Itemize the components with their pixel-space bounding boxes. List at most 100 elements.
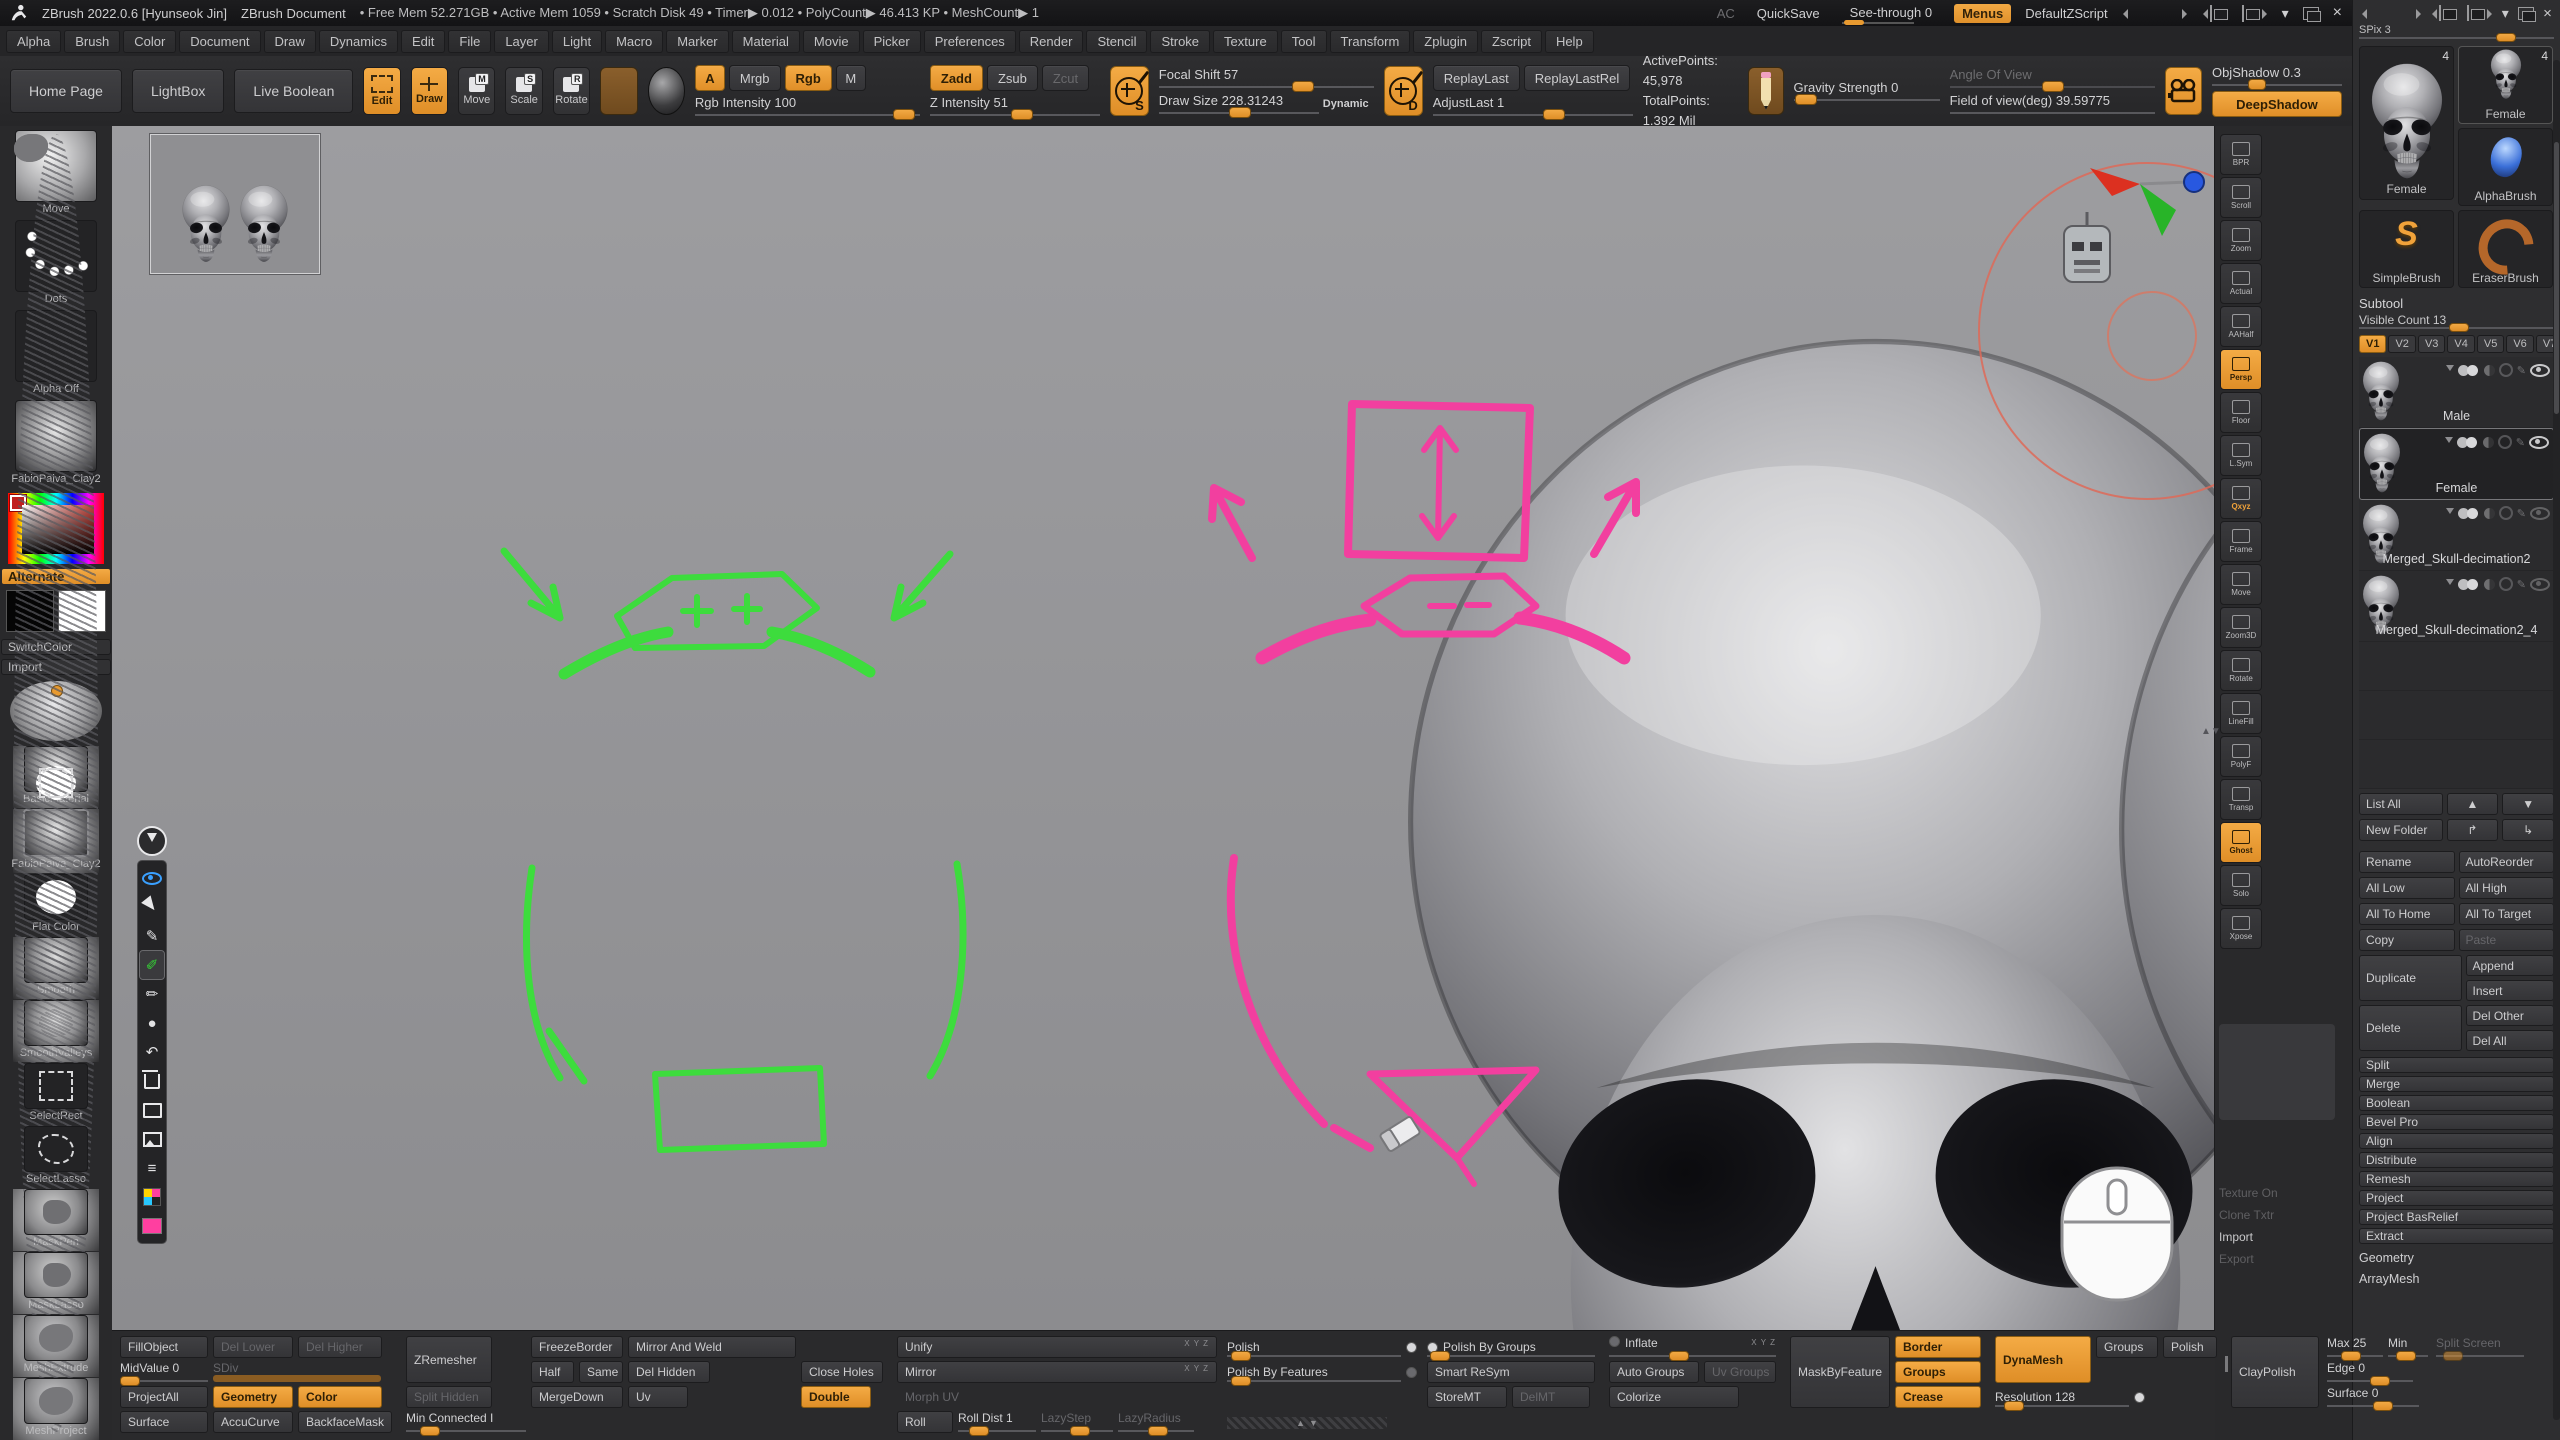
shelf-button-persp[interactable]: Persp	[2220, 349, 2262, 390]
shelf-button-scroll[interactable]: Scroll	[2220, 177, 2262, 218]
stack-button-split[interactable]: Split	[2359, 1057, 2554, 1073]
pin-icon[interactable]	[137, 826, 167, 856]
all-to-target-button[interactable]: All To Target	[2459, 903, 2555, 925]
shelf-button-xpose[interactable]: Xpose	[2220, 908, 2262, 949]
groups-button[interactable]: Groups	[1895, 1361, 1981, 1383]
pen-icon[interactable]: ✎	[140, 922, 164, 950]
replay-last-rel-button[interactable]: ReplayLastRel	[1524, 65, 1631, 91]
texture-tray-item-export[interactable]: Export	[2219, 1252, 2278, 1266]
polish-by-features-slider[interactable]: Polish By Features	[1227, 1361, 1417, 1383]
close-holes-button[interactable]: Close Holes	[801, 1361, 883, 1383]
split-hidden-button[interactable]: Split Hidden	[406, 1386, 492, 1408]
edit-mode-button[interactable]: Edit	[363, 67, 400, 115]
polish-by-groups-slider[interactable]: Polish By Groups	[1427, 1336, 1595, 1358]
visible-count-slider[interactable]: Visible Count 13	[2359, 313, 2554, 331]
auto-groups-button[interactable]: Auto Groups	[1609, 1361, 1699, 1383]
version-tab-v5[interactable]: V5	[2477, 335, 2504, 353]
minimize-icon[interactable]: ▾	[2282, 6, 2289, 20]
shelf-button-zoom3d[interactable]: Zoom3D	[2220, 607, 2262, 648]
ac-toggle[interactable]: AC	[1717, 6, 1735, 21]
move-up-button[interactable]: ▲	[2447, 793, 2499, 815]
uv-icon[interactable]	[2499, 363, 2513, 377]
stack-button-merge[interactable]: Merge	[2359, 1076, 2554, 1092]
shelf-button-solo[interactable]: Solo	[2220, 865, 2262, 906]
sdiv-slider[interactable]: SDiv	[213, 1361, 381, 1383]
paste-button[interactable]: Paste	[2459, 929, 2555, 951]
menu-item-stencil[interactable]: Stencil	[1086, 30, 1147, 53]
material-ball-button[interactable]	[648, 67, 685, 115]
m-button[interactable]: M	[836, 65, 866, 91]
version-tab-v6[interactable]: V6	[2506, 335, 2533, 353]
visibility-eye-icon[interactable]	[2530, 578, 2550, 591]
adjust-last-slider[interactable]: AdjustLast 1	[1433, 95, 1633, 117]
same-button[interactable]: Same	[579, 1361, 623, 1383]
double-button[interactable]: Double	[801, 1386, 871, 1408]
colorize-button[interactable]: Colorize	[1609, 1386, 1739, 1408]
clay-polish-button[interactable]: ClayPolish	[2231, 1336, 2319, 1408]
menu-item-file[interactable]: File	[448, 30, 491, 53]
left-shelf-item-smoothvalleys[interactable]: SmoothValleys	[13, 1000, 99, 1062]
polypaint-icon[interactable]	[2458, 365, 2480, 376]
version-tab-v4[interactable]: V4	[2447, 335, 2474, 353]
menu-item-alpha[interactable]: Alpha	[6, 30, 61, 53]
menu-item-movie[interactable]: Movie	[803, 30, 860, 53]
merge-down-button[interactable]: MergeDown	[531, 1386, 623, 1408]
color-button[interactable]: Color	[298, 1386, 382, 1408]
uv-groups-button[interactable]: Uv Groups	[1704, 1361, 1776, 1383]
backface-mask-button[interactable]: BackfaceMask	[298, 1411, 392, 1433]
smart-resym-button[interactable]: Smart ReSym	[1427, 1361, 1595, 1383]
zadd-button[interactable]: Zadd	[930, 65, 983, 91]
stack-button-bevel-pro[interactable]: Bevel Pro	[2359, 1114, 2554, 1130]
shelf-button-aahalf[interactable]: AAHalf	[2220, 306, 2262, 347]
draw-mode-button[interactable]: Draw	[411, 67, 448, 115]
pencil-icon[interactable]: ✏	[140, 980, 164, 1008]
max-slider[interactable]: Max 25	[2327, 1336, 2383, 1358]
border-button[interactable]: Border	[1895, 1336, 1981, 1358]
stack-button-extract[interactable]: Extract	[2359, 1228, 2554, 1244]
deep-shadow-button[interactable]: DeepShadow	[2212, 91, 2342, 117]
all-high-button[interactable]: All High	[2459, 877, 2555, 899]
live-boolean-button[interactable]: Live Boolean	[234, 69, 353, 113]
collapse-icon[interactable]: ▾	[2502, 6, 2509, 20]
dynamic-label[interactable]: Dynamic	[1323, 98, 1369, 110]
home-page-button[interactable]: Home Page	[10, 69, 122, 113]
roll-dist-slider[interactable]: Roll Dist 1	[958, 1411, 1036, 1433]
dynamesh-button[interactable]: DynaMesh	[1995, 1336, 2091, 1383]
version-tab-v2[interactable]: V2	[2388, 335, 2415, 353]
texture-slot-button[interactable]	[600, 67, 637, 115]
resolution-slider[interactable]: Resolution 128	[1995, 1386, 2145, 1408]
move-down-button[interactable]: ▼	[2502, 793, 2554, 815]
texture-tray-item-clone-txtr[interactable]: Clone Txtr	[2219, 1208, 2278, 1222]
shelf-button-bpr[interactable]: BPR	[2220, 134, 2262, 175]
texture-tray-item-texture-on[interactable]: Texture On	[2219, 1186, 2278, 1200]
shelf-button-linefill[interactable]: LineFill	[2220, 693, 2262, 734]
menu-item-edit[interactable]: Edit	[401, 30, 445, 53]
see-through-slider[interactable]: See-through 0	[1842, 3, 1940, 24]
obj-shadow-slider[interactable]: ObjShadow 0.3	[2212, 65, 2342, 87]
rotate-mode-button[interactable]: R Rotate	[553, 67, 590, 115]
divider-bars-left-icon[interactable]	[2122, 6, 2148, 20]
inflate-slider[interactable]: Inflate X Y Z	[1609, 1336, 1776, 1358]
section-arraymesh[interactable]: ArrayMesh	[2359, 1272, 2554, 1286]
fill-object-button[interactable]: FillObject	[120, 1336, 208, 1358]
zremesher-button[interactable]: ZRemesher	[406, 1336, 492, 1383]
store-mt-button[interactable]: StoreMT	[1427, 1386, 1507, 1408]
cascade-right-icon[interactable]	[2467, 6, 2493, 20]
dyna-groups-button[interactable]: Groups	[2096, 1336, 2158, 1358]
drag-handle-icon[interactable]	[2445, 437, 2453, 447]
bars-right-icon[interactable]	[2396, 6, 2422, 20]
min-connected-slider[interactable]: Min Connected I	[406, 1411, 526, 1433]
show-hide-icon[interactable]	[140, 864, 164, 892]
menu-item-brush[interactable]: Brush	[64, 30, 120, 53]
uv-icon[interactable]	[2498, 435, 2512, 449]
edge-slider[interactable]: Edge 0	[2327, 1361, 2413, 1383]
lazy-step-slider[interactable]: LazyStep	[1041, 1411, 1113, 1433]
visibility-eye-icon[interactable]	[2530, 364, 2550, 377]
replay-last-button[interactable]: ReplayLast	[1433, 65, 1520, 91]
camera-button[interactable]	[2165, 67, 2202, 115]
menu-item-macro[interactable]: Macro	[605, 30, 663, 53]
shelf-button-ghost[interactable]: Ghost	[2220, 822, 2262, 863]
menu-item-render[interactable]: Render	[1019, 30, 1084, 53]
z-intensity-slider[interactable]: Z Intensity 51	[930, 95, 1100, 117]
gravity-strength-slider[interactable]: Gravity Strength 0	[1794, 80, 1940, 102]
